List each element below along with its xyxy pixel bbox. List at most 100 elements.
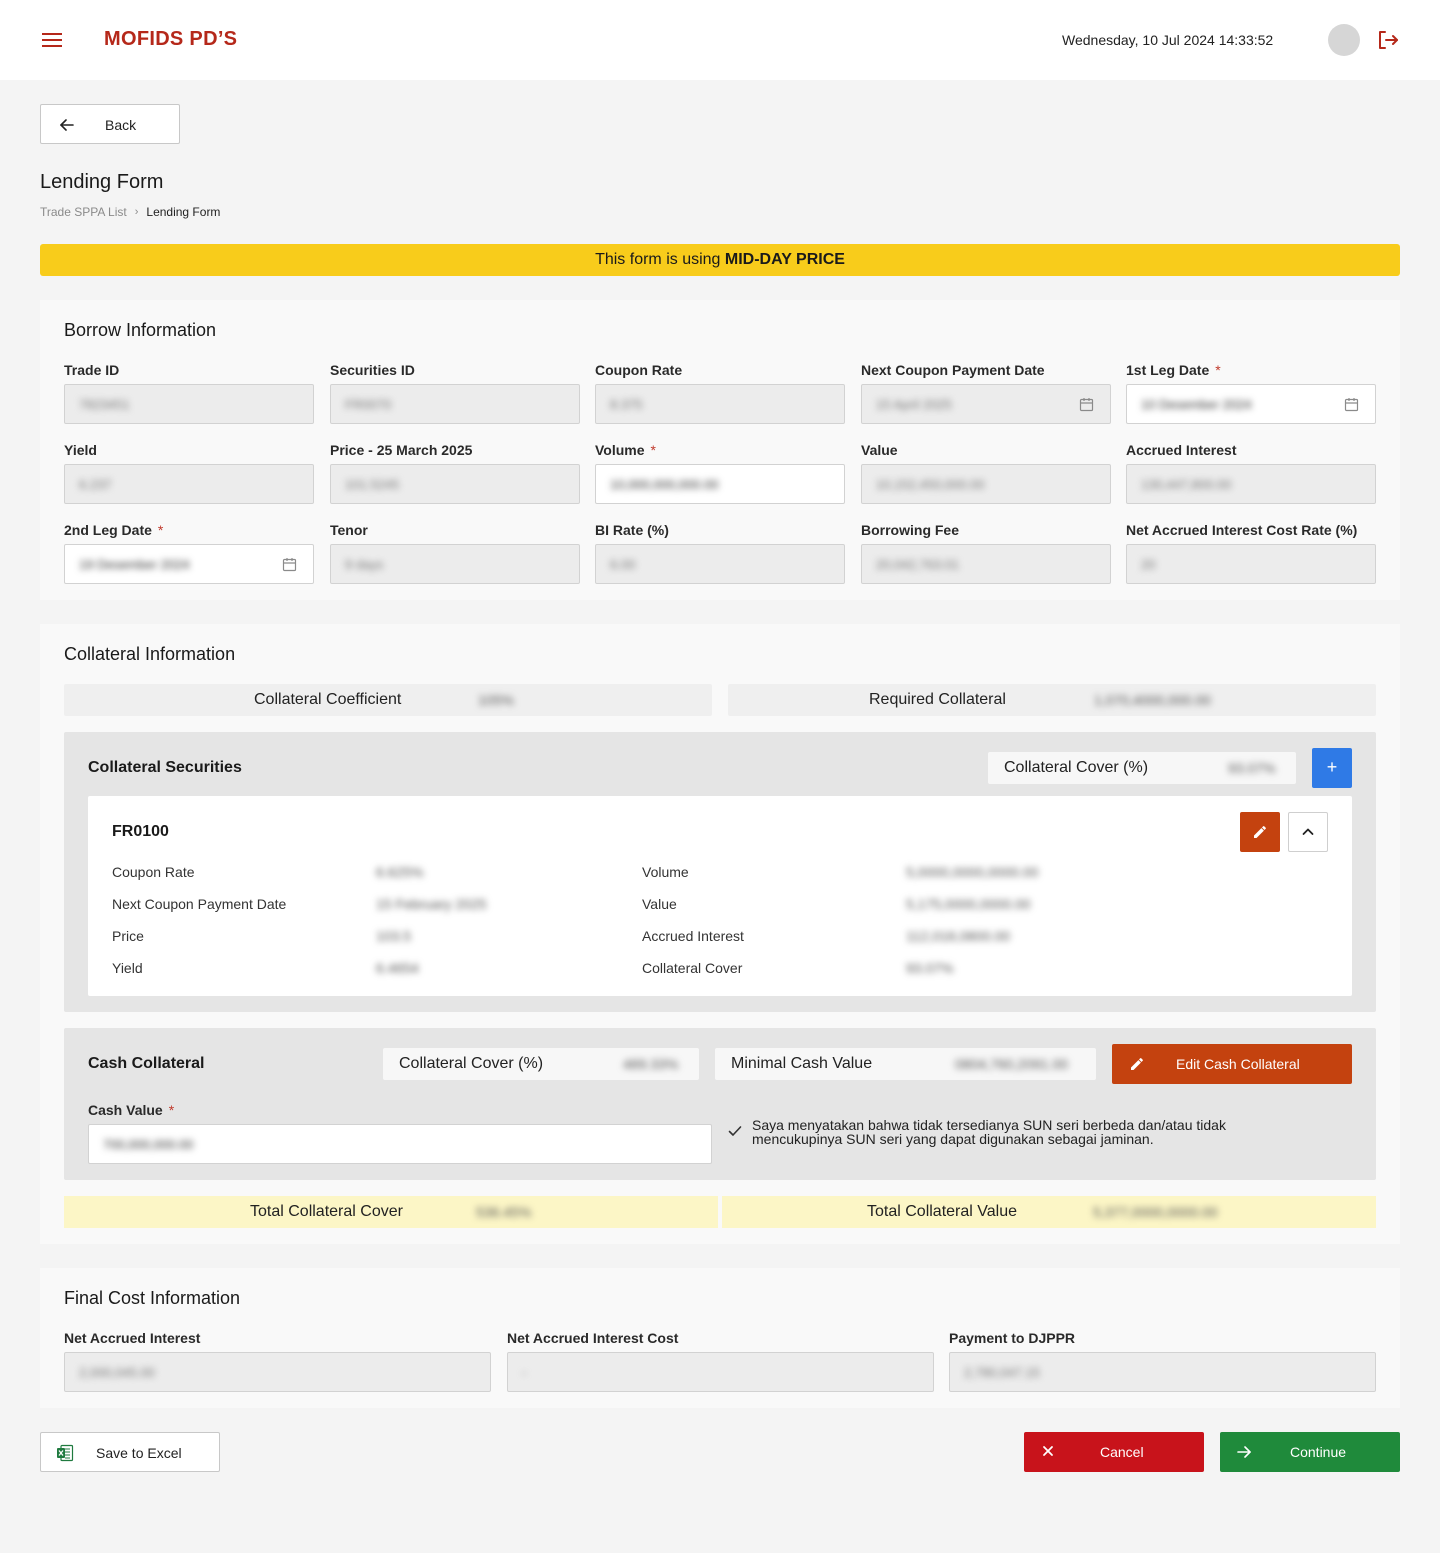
app-title: MOFIDS PD’S xyxy=(104,28,238,50)
cash-collateral-title: Cash Collateral xyxy=(88,1055,205,1072)
edit-security-button[interactable] xyxy=(1240,812,1280,852)
declaration-text: Saya menyatakan bahwa tidak tersedianya … xyxy=(752,1117,1226,1147)
net-accrued-interest-cost-rate-field: 20 xyxy=(1126,544,1376,584)
payment-to-djppr-label: Payment to DJPPR xyxy=(949,1330,1076,1346)
security-item-card: FR0100 Coupon Rate 6.625% Next Coupon Pa… xyxy=(88,796,1352,996)
borrow-information-card: Borrow Information Trade ID 7823451 Secu… xyxy=(40,300,1400,600)
back-button[interactable]: Back xyxy=(40,104,180,144)
tenor-field: 9 days xyxy=(330,544,580,584)
collateral-securities-title: Collateral Securities xyxy=(88,759,242,776)
minimal-cash-value-label: Minimal Cash Value xyxy=(731,1055,873,1072)
logout-icon[interactable] xyxy=(1376,29,1400,51)
hamburger-menu-icon[interactable] xyxy=(42,33,62,47)
arrow-right-icon xyxy=(1237,1446,1251,1458)
price-label: Price - 25 March 2025 xyxy=(330,442,473,458)
banner-emphasis: MID-DAY PRICE xyxy=(724,251,845,268)
collateral-coefficient-value: 105% xyxy=(478,692,514,708)
next-coupon-payment-date-field: 15 April 2025 xyxy=(861,384,1111,424)
cancel-button[interactable]: Cancel xyxy=(1024,1432,1204,1472)
security-price-value: 103.5 xyxy=(376,928,412,944)
breadcrumb: Trade SPPA List › Lending Form xyxy=(40,205,220,219)
security-price-label: Price xyxy=(112,928,144,944)
banner-prefix: This form is using xyxy=(595,251,725,268)
net-accrued-interest-field: 2,000,045.00 xyxy=(64,1352,491,1392)
security-yield-value: 6.4654 xyxy=(376,960,419,976)
price-field: 101.5245 xyxy=(330,464,580,504)
total-collateral-cover-value: 536.45% xyxy=(476,1204,532,1220)
first-leg-date-field[interactable]: 10 Desember 2024 xyxy=(1126,384,1376,424)
security-next-coupon-label: Next Coupon Payment Date xyxy=(112,896,287,912)
security-coupon-rate-label: Coupon Rate xyxy=(112,864,195,880)
pencil-icon xyxy=(1131,1058,1143,1070)
edit-cash-collateral-button[interactable]: Edit Cash Collateral xyxy=(1112,1044,1352,1084)
save-to-excel-button[interactable]: Save to Excel xyxy=(40,1432,220,1472)
collateral-coefficient-label: Collateral Coefficient xyxy=(254,691,402,708)
borrowing-fee-label: Borrowing Fee xyxy=(861,522,960,538)
calendar-icon xyxy=(1079,398,1094,412)
checkbox-checked-icon[interactable] xyxy=(728,1125,742,1137)
calendar-icon[interactable] xyxy=(1344,397,1359,412)
final-cost-card: Final Cost Information Net Accrued Inter… xyxy=(40,1268,1400,1408)
close-icon xyxy=(1043,1446,1053,1456)
coupon-rate-label: Coupon Rate xyxy=(595,362,683,378)
accrued-interest-label: Accrued Interest xyxy=(1126,442,1237,458)
current-datetime: Wednesday, 10 Jul 2024 14:33:52 xyxy=(1062,32,1274,48)
collapse-security-button[interactable] xyxy=(1288,812,1328,852)
calendar-icon[interactable] xyxy=(282,557,297,572)
total-collateral-cover: Total Collateral Cover 536.45% xyxy=(64,1196,718,1228)
trade-id-field: 7823451 xyxy=(64,384,314,424)
cash-collateral-cover: Collateral Cover (%) 489.33% xyxy=(383,1048,699,1080)
continue-button[interactable]: Continue xyxy=(1220,1432,1400,1472)
payment-to-djppr-field: 2,780,047.15 xyxy=(949,1352,1376,1392)
collateral-information-title: Collateral Information xyxy=(64,644,236,664)
security-name: FR0100 xyxy=(112,823,169,840)
chevron-up-icon xyxy=(1302,828,1314,835)
coupon-rate-field: 8.375 xyxy=(595,384,845,424)
required-collateral-value: 1,070,4000,000.00 xyxy=(1094,692,1211,708)
avatar[interactable] xyxy=(1328,24,1360,56)
yield-label: Yield xyxy=(64,442,97,458)
price-mode-banner: This form is using MID-DAY PRICE xyxy=(40,244,1400,276)
security-next-coupon-value: 15 February 2025 xyxy=(376,896,487,912)
pencil-icon xyxy=(1254,826,1266,838)
security-value-label: Value xyxy=(642,896,677,912)
security-coupon-rate-value: 6.625% xyxy=(376,864,424,880)
collateral-securities-panel: Collateral Securities Collateral Cover (… xyxy=(64,732,1376,1012)
next-coupon-payment-date-label: Next Coupon Payment Date xyxy=(861,362,1045,378)
net-accrued-interest-cost-field: - xyxy=(507,1352,934,1392)
second-leg-date-field[interactable]: 19 Desember 2024 xyxy=(64,544,314,584)
final-cost-title: Final Cost Information xyxy=(64,1288,241,1308)
value-label: Value xyxy=(861,442,898,458)
security-yield-label: Yield xyxy=(112,960,143,976)
minimal-cash-value: Minimal Cash Value 0804,760,2091.00 xyxy=(715,1048,1096,1080)
accrued-interest-field: 130,447,800.00 xyxy=(1126,464,1376,504)
cash-value-input[interactable]: 700,000,000.00 xyxy=(88,1124,712,1164)
total-collateral-value-label: Total Collateral Value xyxy=(867,1203,1018,1220)
security-collateral-cover-value: 93.07% xyxy=(906,960,954,976)
add-security-button[interactable]: + xyxy=(1312,748,1352,788)
borrow-information-title: Borrow Information xyxy=(64,320,217,340)
breadcrumb-current: Lending Form xyxy=(146,205,221,219)
security-volume-value: 5,0000,0000,0000.00 xyxy=(906,864,1039,880)
total-collateral-value: Total Collateral Value 5,377,0000,0000.0… xyxy=(722,1196,1376,1228)
first-leg-date-label: 1st Leg Date * xyxy=(1126,362,1221,378)
cash-collateral-panel: Cash Collateral Collateral Cover (%) 489… xyxy=(64,1028,1376,1180)
net-accrued-interest-cost-rate-label: Net Accrued Interest Cost Rate (%) xyxy=(1126,522,1358,538)
securities-collateral-cover: Collateral Cover (%) 93.07% xyxy=(988,752,1296,784)
borrowing-fee-field: 20,042,763.01 xyxy=(861,544,1111,584)
value-field: 10,152,450,000.00 xyxy=(861,464,1111,504)
cash-collateral-cover-value: 489.33% xyxy=(623,1056,679,1072)
security-volume-label: Volume xyxy=(642,864,689,880)
top-bar: MOFIDS PD’S Wednesday, 10 Jul 2024 14:33… xyxy=(0,0,1440,80)
required-collateral-label: Required Collateral xyxy=(869,691,1006,708)
page-title: Lending Form xyxy=(40,171,164,193)
yield-field: 6.237 xyxy=(64,464,314,504)
security-value-value: 5,175,0000,0000.00 xyxy=(906,896,1031,912)
security-accrued-interest-value: 112,018,0800.00 xyxy=(906,928,1011,944)
arrow-left-icon xyxy=(60,119,74,131)
volume-input[interactable]: 10,000,000,000.00 xyxy=(595,464,845,504)
breadcrumb-link-trade-sppa-list[interactable]: Trade SPPA List xyxy=(40,205,127,219)
required-collateral: Required Collateral 1,070,4000,000.00 xyxy=(728,684,1376,716)
securities-id-field: FR0070 xyxy=(330,384,580,424)
save-to-excel-label: Save to Excel xyxy=(96,1445,182,1461)
